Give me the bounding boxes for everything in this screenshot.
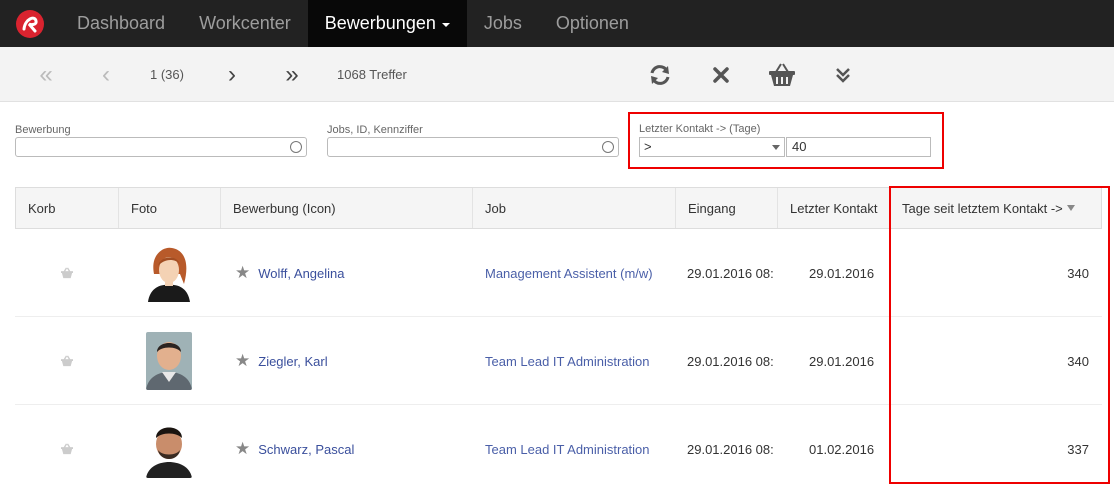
basket-icon[interactable] [766,47,798,102]
candidate-photo [146,332,192,390]
basket-icon[interactable] [59,405,75,491]
star-icon[interactable]: ★ [235,351,250,371]
prev-page-icon[interactable]: ‹ [96,47,116,102]
app-logo[interactable] [0,0,60,47]
filter-jobs-label: Jobs, ID, Kennziffer [327,124,423,136]
col-bewerbung[interactable]: Bewerbung (Icon) [221,188,473,228]
basket-icon[interactable] [59,317,75,405]
search-icon [290,141,302,153]
letzter-kontakt-value: 01.02.2016 [809,441,875,457]
pager-toolbar: « ‹ 1 (36) › » 1068 Treffer [0,47,1114,102]
first-page-icon[interactable]: « [32,47,60,102]
col-letzter-kontakt[interactable]: Letzter Kontakt [778,188,890,228]
letzter-kontakt-value: 29.01.2016 [809,265,875,281]
col-job[interactable]: Job [473,188,676,228]
star-icon[interactable]: ★ [235,263,250,283]
eingang-value: 29.01.2016 08: [687,265,774,281]
nav-jobs[interactable]: Jobs [467,0,539,47]
filter-bewerbung-label: Bewerbung [15,124,71,136]
page-indicator: 1 (36) [150,67,184,82]
candidate-name-cell[interactable]: ★ Ziegler, Karl [235,317,328,405]
nav-bewerbungen[interactable]: Bewerbungen [307,0,467,47]
hit-count: 1068 Treffer [337,67,407,82]
eingang-value: 29.01.2016 08: [687,353,774,369]
job-link[interactable]: Management Assistent (m/w) [485,229,653,317]
logo-icon [16,9,44,38]
job-link[interactable]: Team Lead IT Administration [485,405,650,491]
letzter-kontakt-value: 29.01.2016 [809,353,875,369]
eingang-value: 29.01.2016 08: [687,441,774,457]
nav-workcenter[interactable]: Workcenter [182,0,308,47]
next-page-icon[interactable]: › [222,47,242,102]
basket-icon[interactable] [59,229,75,317]
col-korb[interactable]: Korb [16,188,119,228]
highlight-box-column [889,186,1110,484]
close-icon[interactable] [708,47,734,102]
candidate-name-cell[interactable]: ★ Schwarz, Pascal [235,405,354,491]
star-icon[interactable]: ★ [235,439,250,459]
nav-dashboard[interactable]: Dashboard [60,0,182,47]
days-value-input[interactable]: 40 [786,137,931,157]
last-page-icon[interactable]: » [279,47,305,102]
nav-optionen[interactable]: Optionen [539,0,646,47]
job-link[interactable]: Team Lead IT Administration [485,317,650,405]
col-foto[interactable]: Foto [119,188,221,228]
search-icon [602,141,614,153]
expand-down-icon[interactable] [830,47,856,102]
refresh-icon[interactable] [646,47,674,102]
top-navbar: Dashboard Workcenter Bewerbungen Jobs Op… [0,0,1114,47]
operator-select[interactable]: > [639,137,785,157]
filter-kontakt-label: Letzter Kontakt -> (Tage) [639,123,761,135]
candidate-photo [146,244,192,302]
filter-jobs-input[interactable] [327,137,619,157]
candidate-name-cell[interactable]: ★ Wolff, Angelina [235,229,345,317]
chevron-down-icon [772,145,780,150]
candidate-photo [146,420,192,478]
caret-down-icon [441,22,450,27]
col-eingang[interactable]: Eingang [676,188,778,228]
filter-bewerbung-input[interactable] [15,137,307,157]
